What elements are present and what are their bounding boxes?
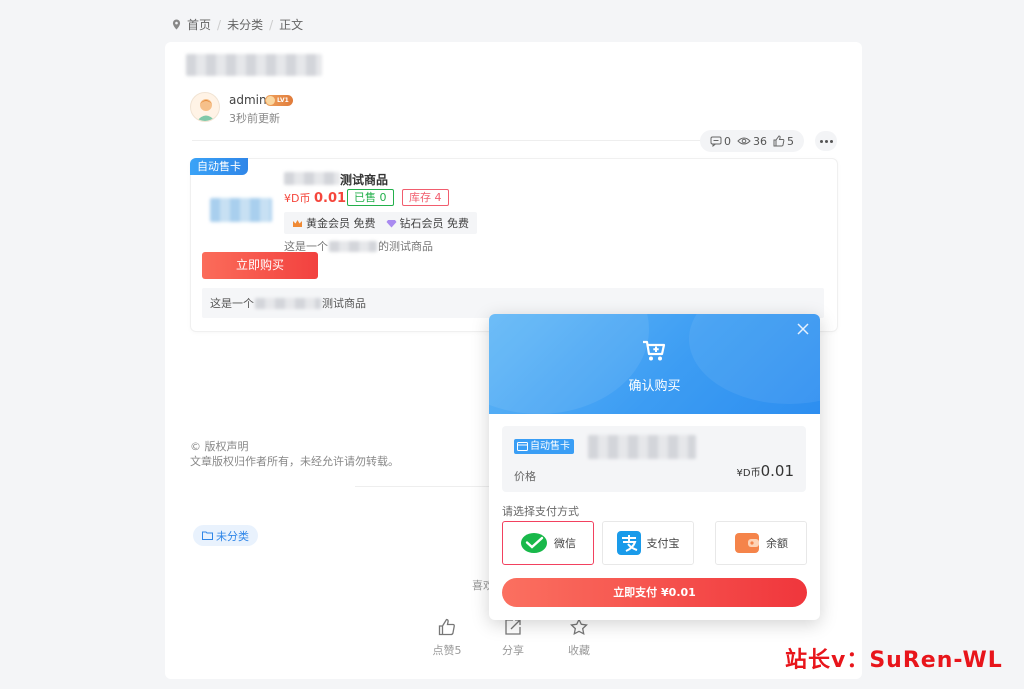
buy-now-button[interactable]: 立即购买 bbox=[202, 252, 318, 279]
modal-header: 确认购买 bbox=[489, 314, 820, 414]
breadcrumb-separator: / bbox=[269, 17, 274, 32]
breadcrumb-category[interactable]: 未分类 bbox=[227, 16, 263, 33]
desc-suffix: 测试商品 bbox=[322, 297, 366, 310]
pay-option-alipay-label: 支付宝 bbox=[646, 537, 680, 550]
diamond-icon bbox=[386, 219, 396, 227]
desc-suffix: 的测试商品 bbox=[378, 240, 433, 253]
level-dot-icon bbox=[266, 96, 275, 105]
breadcrumb-current: 正文 bbox=[279, 18, 304, 32]
cart-icon bbox=[643, 340, 666, 361]
order-name-redacted bbox=[588, 435, 696, 459]
divider bbox=[355, 486, 495, 487]
breadcrumb-separator: / bbox=[217, 17, 222, 32]
level-badge: LV1 bbox=[265, 95, 293, 106]
product-price: ¥D币 0.01 bbox=[284, 190, 346, 206]
product-name-redacted bbox=[284, 172, 340, 185]
sold-badge: 已售 0 bbox=[347, 189, 394, 206]
comment-count[interactable]: 0 bbox=[710, 135, 731, 148]
pay-option-balance-label: 余额 bbox=[766, 537, 788, 550]
star-icon bbox=[570, 618, 588, 636]
order-price: ¥D币0.01 bbox=[737, 462, 794, 480]
divider bbox=[192, 140, 702, 141]
purchase-modal: 确认购买 自动售卡 价格 ¥D币0.01 请选择支付方式 微信 支付宝 余额 立… bbox=[489, 314, 820, 620]
vip-diamond: 钻石会员 免费 bbox=[386, 215, 470, 231]
vip-gold-text: 黄金会员 免费 bbox=[306, 217, 376, 230]
product-name: 测试商品 bbox=[340, 173, 389, 187]
category-tag-label: 未分类 bbox=[216, 529, 249, 543]
desc-redacted bbox=[329, 240, 377, 252]
breadcrumb-home[interactable]: 首页 bbox=[187, 16, 211, 33]
pay-option-wechat[interactable]: 微信 bbox=[502, 521, 594, 565]
view-count-value: 36 bbox=[753, 134, 767, 148]
desc-prefix: 这是一个 bbox=[210, 297, 254, 310]
modal-title: 确认购买 bbox=[628, 379, 681, 394]
wallet-icon bbox=[735, 533, 759, 553]
level-text: LV1 bbox=[277, 97, 289, 104]
share-icon bbox=[505, 619, 521, 635]
thumbs-up-icon bbox=[773, 135, 785, 147]
header-decoration bbox=[489, 314, 649, 414]
thumbnail-redacted bbox=[210, 198, 272, 222]
favorite-action-label: 收藏 bbox=[568, 644, 590, 657]
more-button[interactable] bbox=[815, 131, 837, 151]
vip-gold: 黄金会员 免费 bbox=[292, 215, 376, 231]
like-action[interactable]: 点赞5 bbox=[427, 618, 467, 658]
close-button[interactable] bbox=[796, 322, 810, 336]
more-dots-icon bbox=[829, 139, 833, 143]
product-thumbnail bbox=[206, 176, 274, 244]
vip-prices: 黄金会员 免费 钻石会员 免费 bbox=[284, 212, 477, 234]
order-price-prefix: ¥D币 bbox=[736, 468, 761, 479]
like-count-value: 5 bbox=[787, 134, 794, 148]
copyright-title: © 版权声明 bbox=[190, 440, 249, 453]
stats-pill: 0 36 5 bbox=[700, 130, 804, 152]
pay-option-wechat-label: 微信 bbox=[554, 537, 576, 550]
price-value: 0.01 bbox=[313, 191, 347, 206]
share-action-label: 分享 bbox=[502, 644, 524, 657]
comment-count-value: 0 bbox=[724, 134, 731, 148]
copyright-text: 文章版权归作者所有，未经允许请勿转载。 bbox=[190, 455, 399, 468]
order-price-value: 0.01 bbox=[760, 462, 794, 480]
alipay-icon bbox=[616, 531, 641, 555]
order-summary: 自动售卡 价格 ¥D币0.01 bbox=[502, 426, 806, 492]
card-icon bbox=[517, 442, 528, 451]
category-tag[interactable]: 未分类 bbox=[193, 525, 258, 546]
folder-icon bbox=[202, 531, 213, 540]
pay-option-balance[interactable]: 余额 bbox=[715, 521, 807, 565]
share-action[interactable]: 分享 bbox=[493, 618, 533, 658]
order-tag-label: 自动售卡 bbox=[530, 441, 570, 452]
pay-option-alipay[interactable]: 支付宝 bbox=[602, 521, 694, 565]
stock-badge: 库存 4 bbox=[402, 189, 449, 206]
order-tag: 自动售卡 bbox=[514, 439, 574, 454]
more-dots-icon bbox=[824, 139, 828, 143]
update-time: 3秒前更新 bbox=[229, 112, 280, 125]
eye-icon bbox=[737, 137, 751, 145]
favorite-action[interactable]: 收藏 bbox=[559, 618, 599, 658]
crown-icon bbox=[293, 219, 302, 227]
vip-diamond-text: 钻石会员 免费 bbox=[399, 217, 470, 230]
more-dots-icon bbox=[819, 139, 823, 143]
wechat-pay-icon bbox=[521, 533, 547, 553]
view-count: 36 bbox=[737, 135, 767, 148]
location-pin-icon bbox=[172, 19, 181, 30]
close-icon bbox=[797, 323, 809, 335]
desc-redacted bbox=[255, 297, 321, 309]
author-name[interactable]: admin bbox=[229, 93, 267, 107]
comment-icon bbox=[710, 136, 722, 147]
avatar[interactable] bbox=[190, 92, 220, 122]
price-prefix: ¥D币 bbox=[284, 192, 311, 205]
breadcrumb: 首页 / 未分类 / 正文 bbox=[172, 16, 303, 33]
watermark-text: 站长v：SuRen-WL bbox=[785, 648, 1003, 673]
order-price-label: 价格 bbox=[514, 470, 536, 483]
pay-now-button[interactable]: 立即支付 ¥0.01 bbox=[502, 578, 807, 607]
pay-method-label: 请选择支付方式 bbox=[502, 505, 579, 518]
like-action-label: 点赞5 bbox=[432, 644, 462, 657]
article-title-redacted bbox=[186, 54, 322, 76]
thumbs-up-icon bbox=[438, 618, 455, 636]
like-count[interactable]: 5 bbox=[773, 135, 794, 148]
auto-sale-tag: 自动售卡 bbox=[190, 158, 248, 175]
